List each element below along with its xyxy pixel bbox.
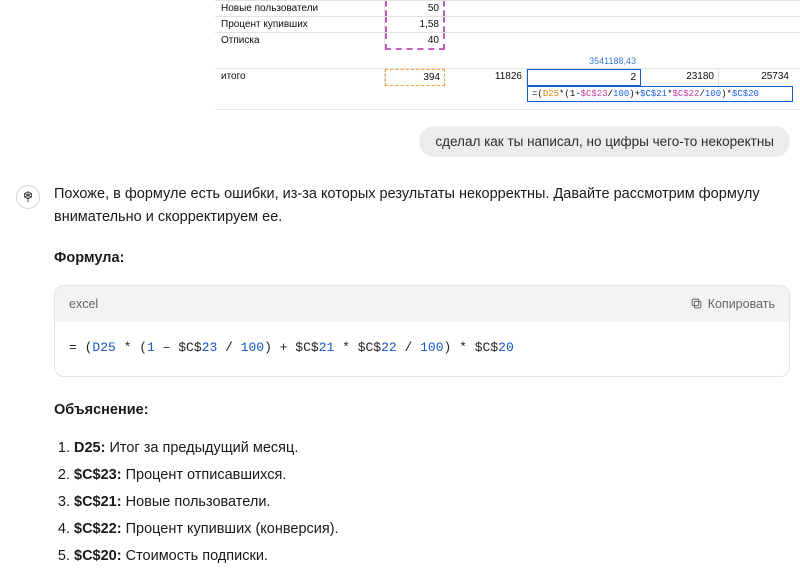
user-message-row: сделал как ты написал, но цифры чего-то … bbox=[0, 126, 790, 157]
heading-explain: Объяснение: bbox=[54, 399, 790, 422]
itogo-v3-highlighted: 3541188,43 2 bbox=[527, 69, 641, 86]
itogo-v1: 394 bbox=[385, 69, 445, 86]
row-value: 40 bbox=[385, 33, 445, 50]
code-block: excel Копировать = (D25 * (1 – $C$23 / 1… bbox=[54, 285, 790, 378]
list-item: $C$21: Новые пользователи. bbox=[74, 491, 790, 514]
list-item: D25: Итог за предыдущий месяц. bbox=[74, 437, 790, 460]
assistant-avatar bbox=[16, 185, 40, 209]
itogo-v4: 23180 bbox=[641, 69, 719, 86]
heading-formula: Формула: bbox=[54, 247, 790, 270]
list-item: $C$20: Стоимость подписки. bbox=[74, 545, 790, 568]
row-value: 50 bbox=[385, 1, 445, 16]
copy-button[interactable]: Копировать bbox=[690, 294, 775, 314]
cell-formula-preview: =(D25*(1-$C$23/100)+$C$21*$C$22/100)*$C$… bbox=[527, 86, 793, 102]
assistant-intro: Похоже, в формуле есть ошибки, из-за кот… bbox=[54, 183, 790, 229]
itogo-label: итого bbox=[215, 69, 385, 86]
code-content: = (D25 * (1 – $C$23 / 100) + $C$21 * $C$… bbox=[55, 322, 789, 377]
copy-label: Копировать bbox=[708, 294, 775, 314]
openai-icon bbox=[21, 190, 35, 204]
list-item: $C$23: Процент отписавшихся. bbox=[74, 464, 790, 487]
attached-screenshot: Новые пользователи 50 Процент купивших 1… bbox=[0, 0, 800, 110]
spreadsheet-fragment: Новые пользователи 50 Процент купивших 1… bbox=[215, 0, 800, 110]
list-item: $C$22: Процент купивших (конверсия). bbox=[74, 518, 790, 541]
itogo-v2: 11826 bbox=[445, 69, 527, 86]
assistant-message: Похоже, в формуле есть ошибки, из-за кот… bbox=[0, 183, 800, 572]
row-label: Процент купивших bbox=[215, 17, 385, 32]
row-label: Новые пользователи bbox=[215, 1, 385, 16]
row-label: Отписка bbox=[215, 33, 385, 50]
copy-icon bbox=[690, 297, 703, 310]
code-lang-label: excel bbox=[69, 294, 98, 314]
row-value: 1,58 bbox=[385, 17, 445, 32]
user-message-bubble: сделал как ты написал, но цифры чего-то … bbox=[419, 126, 790, 157]
itogo-v5: 25734 bbox=[719, 69, 793, 86]
floating-hint: 3541188,43 bbox=[589, 56, 636, 66]
explanation-list: D25: Итог за предыдущий месяц. $C$23: Пр… bbox=[54, 437, 790, 569]
